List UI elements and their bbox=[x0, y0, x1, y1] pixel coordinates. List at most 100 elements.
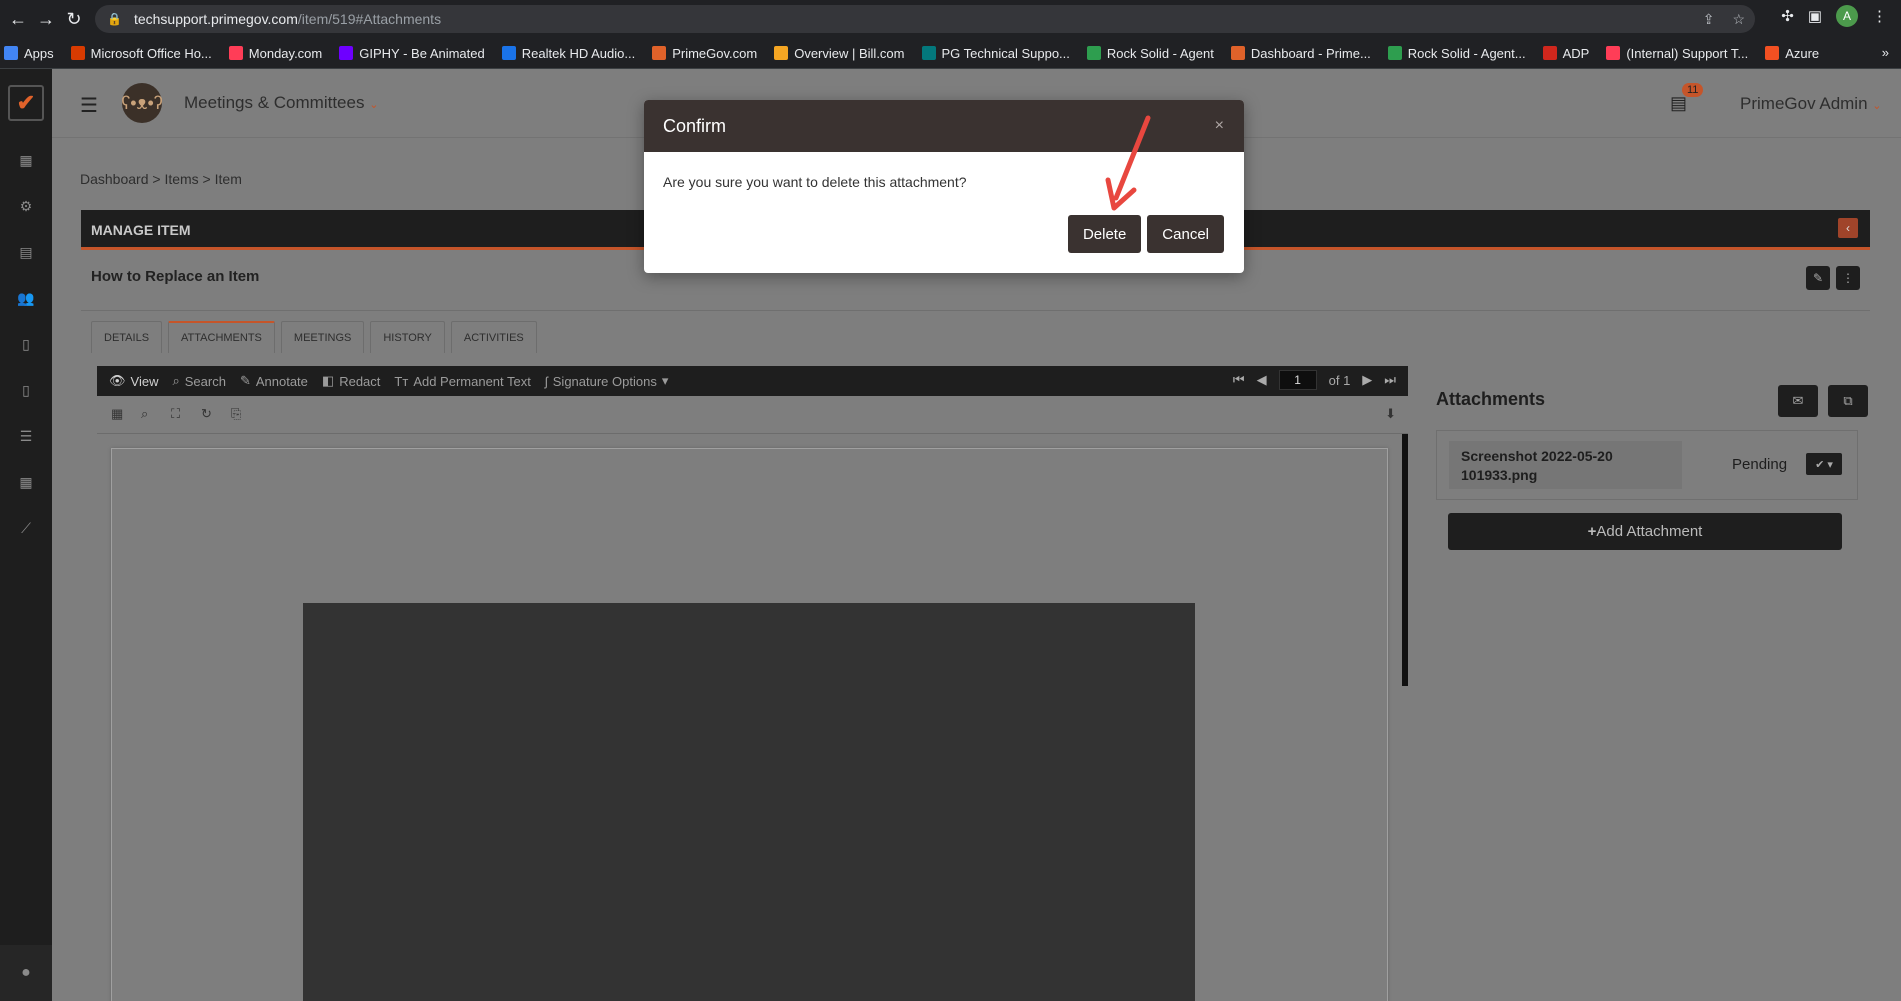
module-dropdown[interactable]: Meetings & Committees ⌄ bbox=[184, 93, 378, 113]
bookmark-item[interactable]: Apps bbox=[4, 46, 54, 61]
rotate-icon[interactable]: ↻ bbox=[201, 406, 212, 422]
browser-toolbar: ← → ↻ 🔒 techsupport.primegov.com /item/5… bbox=[0, 0, 1901, 38]
share-icon[interactable]: ⇪ bbox=[1703, 11, 1715, 28]
redact-tool[interactable]: ◧ Redact bbox=[322, 373, 381, 389]
thumbnails-icon[interactable]: ▦ bbox=[111, 406, 123, 422]
bookmarks-more-icon[interactable]: » bbox=[1882, 45, 1889, 60]
hamburger-icon[interactable]: ☰ bbox=[80, 93, 98, 118]
tab-details[interactable]: DETAILS bbox=[91, 321, 163, 353]
lock-icon: 🔒 bbox=[107, 12, 122, 26]
bookmark-label: Dashboard - Prime... bbox=[1250, 45, 1371, 61]
open-external-icon[interactable]: ⧉ bbox=[1828, 385, 1868, 417]
bookmark-label: Rock Solid - Agent... bbox=[1407, 45, 1526, 61]
add-text-tool[interactable]: Tт Add Permanent Text bbox=[394, 374, 530, 389]
bookmark-favicon-icon bbox=[921, 46, 936, 60]
first-page-icon[interactable]: ⏮ bbox=[1233, 372, 1245, 388]
url-path: /item/519#Attachments bbox=[297, 11, 442, 27]
file-icon[interactable]: ▯ bbox=[0, 367, 52, 413]
extensions-icon[interactable]: ✣ bbox=[1781, 7, 1794, 25]
view-tool[interactable]: 👁 View bbox=[109, 373, 158, 389]
chevron-down-icon: ▾ bbox=[661, 373, 669, 388]
calendar-icon[interactable]: ▦ bbox=[0, 459, 52, 505]
primegov-logo[interactable]: ✔ bbox=[8, 85, 44, 121]
chart-icon[interactable]: ⟋ bbox=[0, 505, 52, 551]
annotate-tool[interactable]: ✎ Annotate bbox=[240, 373, 308, 389]
prev-page-icon[interactable]: ◀ bbox=[1257, 372, 1267, 388]
document-icon[interactable]: ▯ bbox=[0, 321, 52, 367]
bookmark-item[interactable]: Realtek HD Audio... bbox=[501, 45, 636, 61]
bookmark-label: Realtek HD Audio... bbox=[521, 45, 636, 61]
menu-icon[interactable]: ⋮ bbox=[1872, 7, 1887, 25]
edit-icon[interactable]: ✎ bbox=[1806, 266, 1830, 290]
bookmark-item[interactable]: PG Technical Suppo... bbox=[921, 46, 1070, 61]
dashboard-icon[interactable]: ▦ bbox=[0, 137, 52, 183]
bookmark-item[interactable]: Overview | Bill.com bbox=[774, 46, 905, 61]
annotate-label: Annotate bbox=[255, 373, 308, 389]
bookmark-item[interactable]: Rock Solid - Agent bbox=[1086, 46, 1214, 61]
last-page-icon[interactable]: ⏭ bbox=[1384, 372, 1396, 388]
gear-icon[interactable]: ⚙ bbox=[0, 183, 52, 229]
tab-meetings[interactable]: MEETINGS bbox=[280, 321, 365, 353]
download-icon[interactable]: ⬇ bbox=[1385, 406, 1396, 422]
item-tabs: DETAILS ATTACHMENTS MEETINGS HISTORY ACTIVIT… bbox=[91, 321, 537, 353]
bookmark-item[interactable]: (Internal) Support T... bbox=[1606, 46, 1748, 61]
bookmark-label: Microsoft Office Ho... bbox=[90, 45, 212, 61]
address-bar[interactable]: 🔒 techsupport.primegov.com /item/519#Att… bbox=[95, 5, 1755, 33]
annotation-arrow bbox=[1105, 115, 1151, 211]
close-icon[interactable]: × bbox=[1215, 117, 1224, 135]
signature-tool[interactable]: ʃ Signature Options ▾ bbox=[545, 373, 669, 389]
next-page-icon[interactable]: ▶ bbox=[1362, 372, 1372, 388]
page-input[interactable]: 1 bbox=[1278, 370, 1317, 390]
reload-icon[interactable]: ↻ bbox=[60, 5, 88, 33]
search-tool[interactable]: ⌕ Search bbox=[172, 373, 225, 389]
chevron-down-icon: ⌄ bbox=[369, 99, 379, 111]
collapse-icon[interactable]: ‹ bbox=[1838, 218, 1858, 238]
scrollbar[interactable] bbox=[1402, 434, 1408, 686]
add-attachment-button[interactable]: + Add Attachment bbox=[1448, 513, 1842, 550]
bookmark-item[interactable]: Monday.com bbox=[228, 46, 322, 61]
attachment-dropdown[interactable]: ✔ ▾ bbox=[1806, 453, 1842, 475]
fit-icon[interactable]: ⛶ bbox=[171, 406, 180, 422]
forward-icon[interactable]: → bbox=[32, 5, 60, 33]
tab-attachments[interactable]: ATTACHMENTS bbox=[168, 321, 275, 353]
search-label: Search bbox=[184, 373, 226, 389]
profile-avatar[interactable]: A bbox=[1836, 5, 1858, 27]
export-icon[interactable]: ⎘ bbox=[231, 406, 241, 422]
back-icon[interactable]: ← bbox=[4, 5, 32, 33]
bookmark-item[interactable]: Microsoft Office Ho... bbox=[70, 45, 212, 61]
admin-menu[interactable]: PrimeGov Admin ⌄ bbox=[1740, 94, 1882, 114]
clipboard-icon[interactable]: ▤ bbox=[0, 229, 52, 275]
bookmark-item[interactable]: Dashboard - Prime... bbox=[1230, 45, 1371, 61]
user-icon[interactable]: ● bbox=[0, 945, 52, 1001]
sidepanel-icon[interactable]: ▣ bbox=[1808, 7, 1822, 25]
attachment-name[interactable]: Screenshot 2022-05-20 101933.png bbox=[1449, 441, 1682, 489]
dialog-title: Confirm bbox=[663, 115, 727, 136]
viewer-toolbar: 👁 View ⌕ Search ✎ Annotate ◧ Redact Tт Add Pe… bbox=[97, 366, 1408, 396]
email-icon[interactable]: ✉ bbox=[1778, 385, 1818, 417]
bookmark-item[interactable]: PrimeGov.com bbox=[652, 46, 757, 61]
bookmark-label: PrimeGov.com bbox=[672, 45, 758, 61]
bookmark-item[interactable]: Azure bbox=[1765, 46, 1819, 61]
tab-history[interactable]: HISTORY bbox=[370, 321, 445, 353]
bookmark-favicon-icon bbox=[1606, 46, 1621, 60]
bookmark-favicon-icon bbox=[652, 46, 667, 60]
bookmarks-bar: Apps Microsoft Office Ho... Monday.com GIPH… bbox=[0, 38, 1901, 69]
tab-activities[interactable]: ACTIVITIES bbox=[450, 321, 537, 353]
notifications-icon[interactable]: ▤ 11 bbox=[1670, 83, 1704, 114]
bookmark-label: (Internal) Support T... bbox=[1626, 45, 1749, 61]
zoom-icon[interactable]: ⌕ bbox=[141, 406, 148, 422]
star-icon[interactable]: ☆ bbox=[1732, 11, 1745, 28]
bear-logo: ʕ•ᴥ•ʔ bbox=[121, 83, 163, 123]
bookmark-item[interactable]: GIPHY - Be Animated bbox=[339, 46, 485, 61]
users-icon[interactable]: 👥 bbox=[0, 275, 52, 321]
bookmark-item[interactable]: ADP bbox=[1542, 46, 1589, 61]
bookmark-label: GIPHY - Be Animated bbox=[359, 45, 485, 61]
notification-badge: 11 bbox=[1682, 83, 1704, 97]
list-icon[interactable]: ☰ bbox=[0, 413, 52, 459]
search-icon: ⌕ bbox=[172, 373, 180, 388]
bookmark-label: Azure bbox=[1785, 45, 1820, 61]
more-icon[interactable]: ⋮ bbox=[1836, 266, 1860, 290]
plus-icon: + bbox=[1587, 523, 1597, 540]
bookmark-item[interactable]: Rock Solid - Agent... bbox=[1387, 45, 1526, 61]
breadcrumb[interactable]: Dashboard > Items > Item bbox=[80, 171, 242, 187]
